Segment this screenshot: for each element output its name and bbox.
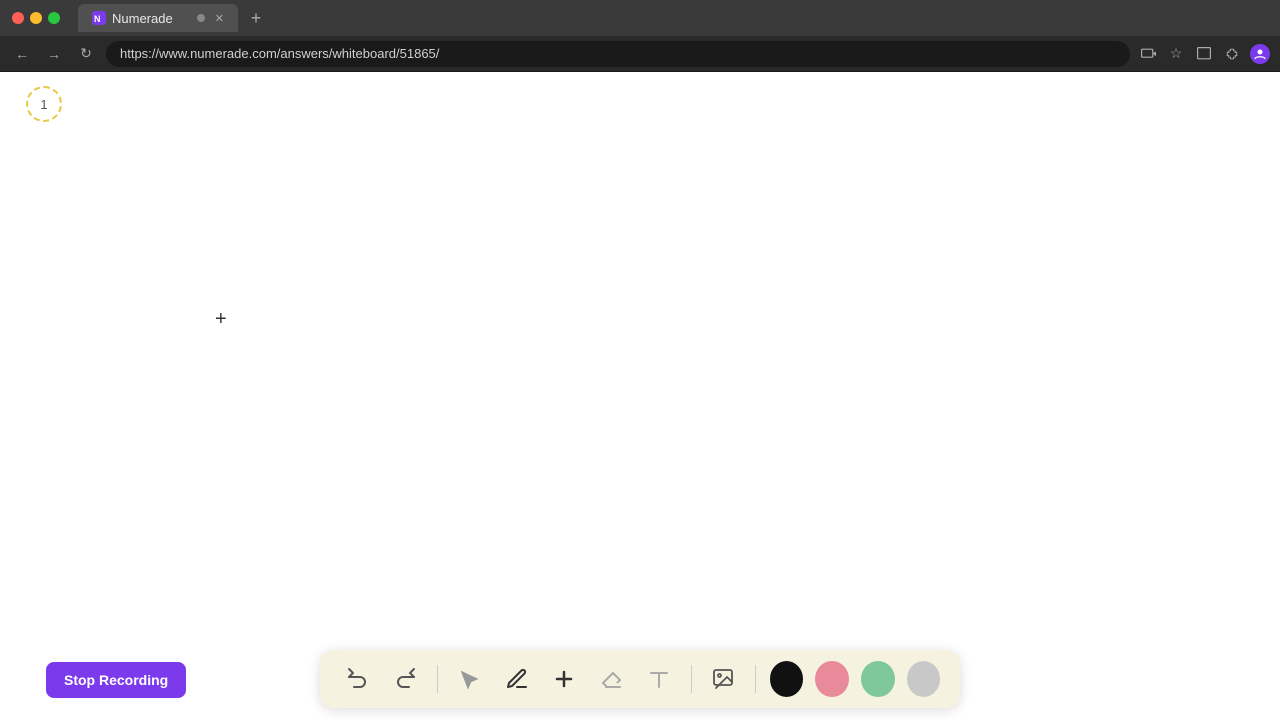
page-number: 1 xyxy=(40,97,47,112)
new-tab-button[interactable]: + xyxy=(244,6,268,30)
eraser-tool-button[interactable] xyxy=(594,660,629,698)
url-input[interactable] xyxy=(106,41,1130,67)
screen-record-icon[interactable] xyxy=(1138,44,1158,64)
tab-audio-dot xyxy=(197,14,205,22)
redo-button[interactable] xyxy=(387,660,422,698)
divider-1 xyxy=(437,665,438,693)
add-tool-button[interactable] xyxy=(547,660,582,698)
star-icon[interactable]: ☆ xyxy=(1166,44,1186,64)
color-pink[interactable] xyxy=(815,661,849,697)
drawing-toolbar xyxy=(320,650,960,708)
stop-recording-button[interactable]: Stop Recording xyxy=(46,662,186,698)
maximize-button[interactable] xyxy=(48,12,60,24)
undo-button[interactable] xyxy=(340,660,375,698)
pen-tool-button[interactable] xyxy=(499,660,534,698)
text-tool-button[interactable] xyxy=(641,660,676,698)
browser-toolbar-icons: ☆ xyxy=(1138,44,1270,64)
page-indicator: 1 xyxy=(26,86,62,122)
tab-label: Numerade xyxy=(112,11,191,26)
tab-favicon-icon: N xyxy=(92,11,106,25)
color-green[interactable] xyxy=(861,661,895,697)
image-tool-button[interactable] xyxy=(706,660,741,698)
color-gray[interactable] xyxy=(907,661,941,697)
cursor-crosshair: + xyxy=(215,309,227,329)
minimize-button[interactable] xyxy=(30,12,42,24)
tab-close-button[interactable]: ✕ xyxy=(215,12,224,25)
title-bar: N Numerade ✕ + xyxy=(0,0,1280,36)
profile-icon[interactable] xyxy=(1250,44,1270,64)
browser-frame: N Numerade ✕ + ← → ↻ ☆ xyxy=(0,0,1280,720)
divider-2 xyxy=(691,665,692,693)
back-button[interactable]: ← xyxy=(10,42,34,66)
color-black[interactable] xyxy=(770,661,804,697)
refresh-button[interactable]: ↻ xyxy=(74,42,98,66)
tab-bar: N Numerade ✕ + xyxy=(78,4,1268,32)
extension-icon[interactable] xyxy=(1222,44,1242,64)
traffic-lights xyxy=(12,12,60,24)
select-tool-button[interactable] xyxy=(452,660,487,698)
forward-button[interactable]: → xyxy=(42,42,66,66)
window-icon[interactable] xyxy=(1194,44,1214,64)
divider-3 xyxy=(755,665,756,693)
close-button[interactable] xyxy=(12,12,24,24)
active-tab[interactable]: N Numerade ✕ xyxy=(78,4,238,32)
whiteboard-canvas[interactable]: 1 + Stop Recording xyxy=(0,72,1280,720)
svg-text:N: N xyxy=(94,14,101,24)
address-bar: ← → ↻ ☆ xyxy=(0,36,1280,72)
